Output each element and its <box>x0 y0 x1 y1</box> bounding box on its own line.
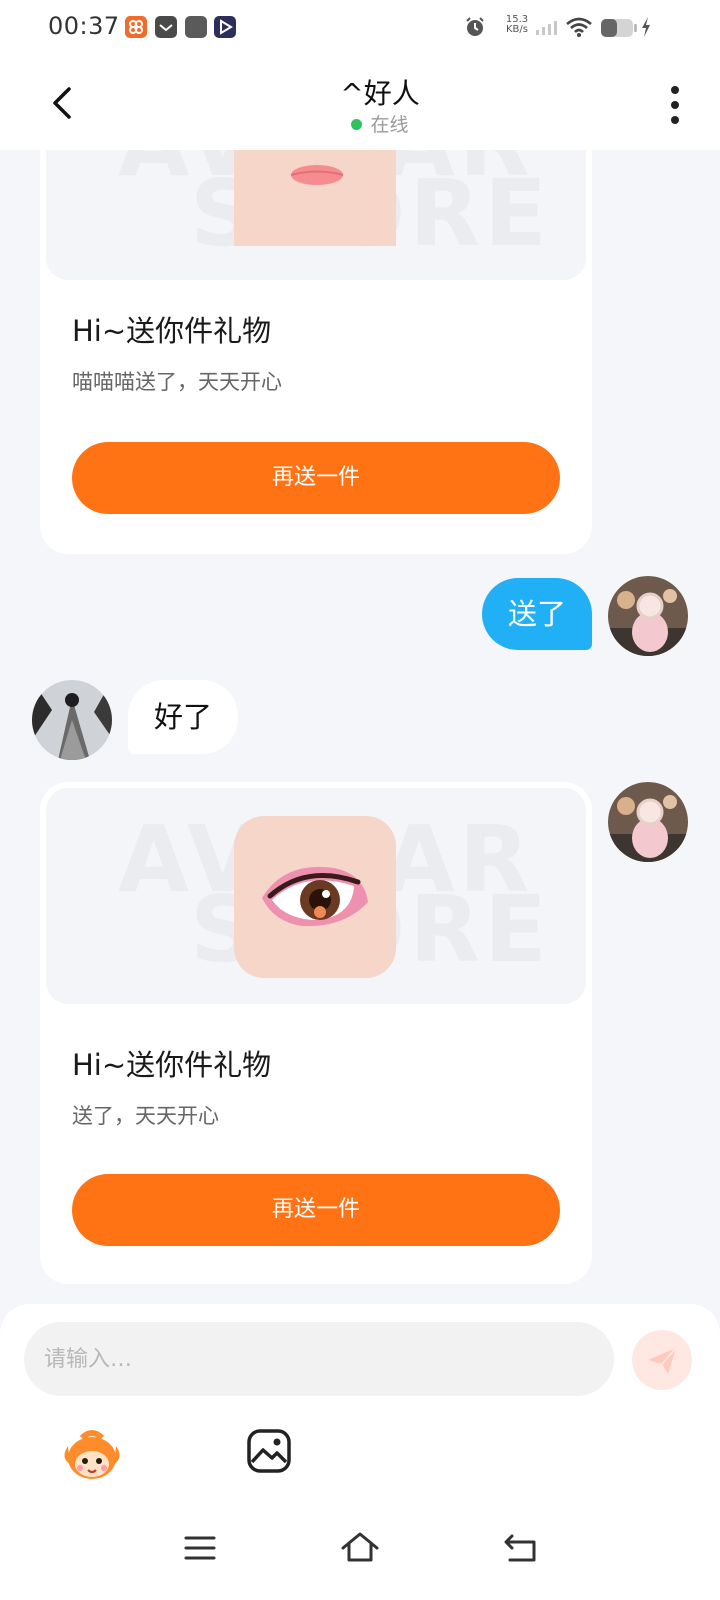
lips-icon <box>234 150 396 246</box>
online-dot <box>351 119 363 130</box>
menu-icon[interactable] <box>184 1534 216 1566</box>
more-options-button[interactable] <box>660 82 690 128</box>
gift-title: Hi~送你件礼物 <box>72 314 272 348</box>
contact-name: ^好人 <box>340 77 420 110</box>
mascot-sticker-icon[interactable] <box>60 1428 124 1484</box>
send-again-button[interactable]: 再送一件 <box>72 1174 560 1246</box>
status-time: 00:37 <box>48 12 120 40</box>
my-avatar[interactable] <box>608 576 688 656</box>
back-nav-icon[interactable] <box>504 1532 538 1568</box>
gift-title: Hi~送你件礼物 <box>72 1048 272 1082</box>
alarm-icon <box>464 16 486 42</box>
more-dot <box>671 101 679 109</box>
send-again-button[interactable]: 再送一件 <box>72 442 560 514</box>
network-speed: 15.3 KB/s <box>502 15 532 35</box>
battery-icon <box>600 18 638 42</box>
presence-label: 在线 <box>370 114 409 136</box>
more-dot <box>671 86 679 94</box>
contact-avatar[interactable] <box>32 680 112 760</box>
app-video-icon <box>214 16 236 38</box>
signal-icon <box>536 18 560 40</box>
gift-image-area: AVATAR STORE <box>46 150 586 280</box>
presence-status: 在线 <box>260 110 500 137</box>
gift-description: 送了，天天开心 <box>72 1104 219 1128</box>
chevron-left-icon <box>53 87 71 119</box>
home-icon[interactable] <box>340 1530 380 1568</box>
more-dot <box>671 116 679 124</box>
net-speed-unit: KB/s <box>506 24 528 35</box>
gift-image-area: AVATAR STORE <box>46 788 586 1004</box>
charging-icon <box>640 16 652 42</box>
my-avatar[interactable] <box>608 782 688 862</box>
send-icon <box>648 1347 677 1374</box>
app-orange-icon <box>125 16 147 38</box>
app-gray-icon <box>185 16 207 38</box>
eye-icon <box>234 816 396 978</box>
back-button[interactable] <box>40 78 90 128</box>
gift-description: 喵喵喵送了，天天开心 <box>72 370 282 394</box>
app-inbox-icon <box>155 16 177 38</box>
message-input[interactable] <box>24 1322 614 1396</box>
wifi-icon <box>566 16 592 42</box>
gift-card: AVATAR STORE Hi~送你件礼物 送了，天天开心 再送一件 <box>40 782 592 1284</box>
image-icon[interactable] <box>246 1428 292 1474</box>
gift-card: AVATAR STORE Hi~送你件礼物 喵喵喵送了，天天开心 再送一件 <box>40 150 592 554</box>
incoming-message-bubble: 好了 <box>128 680 239 754</box>
send-button[interactable] <box>632 1330 692 1390</box>
outgoing-message-bubble: 送了 <box>482 578 593 650</box>
